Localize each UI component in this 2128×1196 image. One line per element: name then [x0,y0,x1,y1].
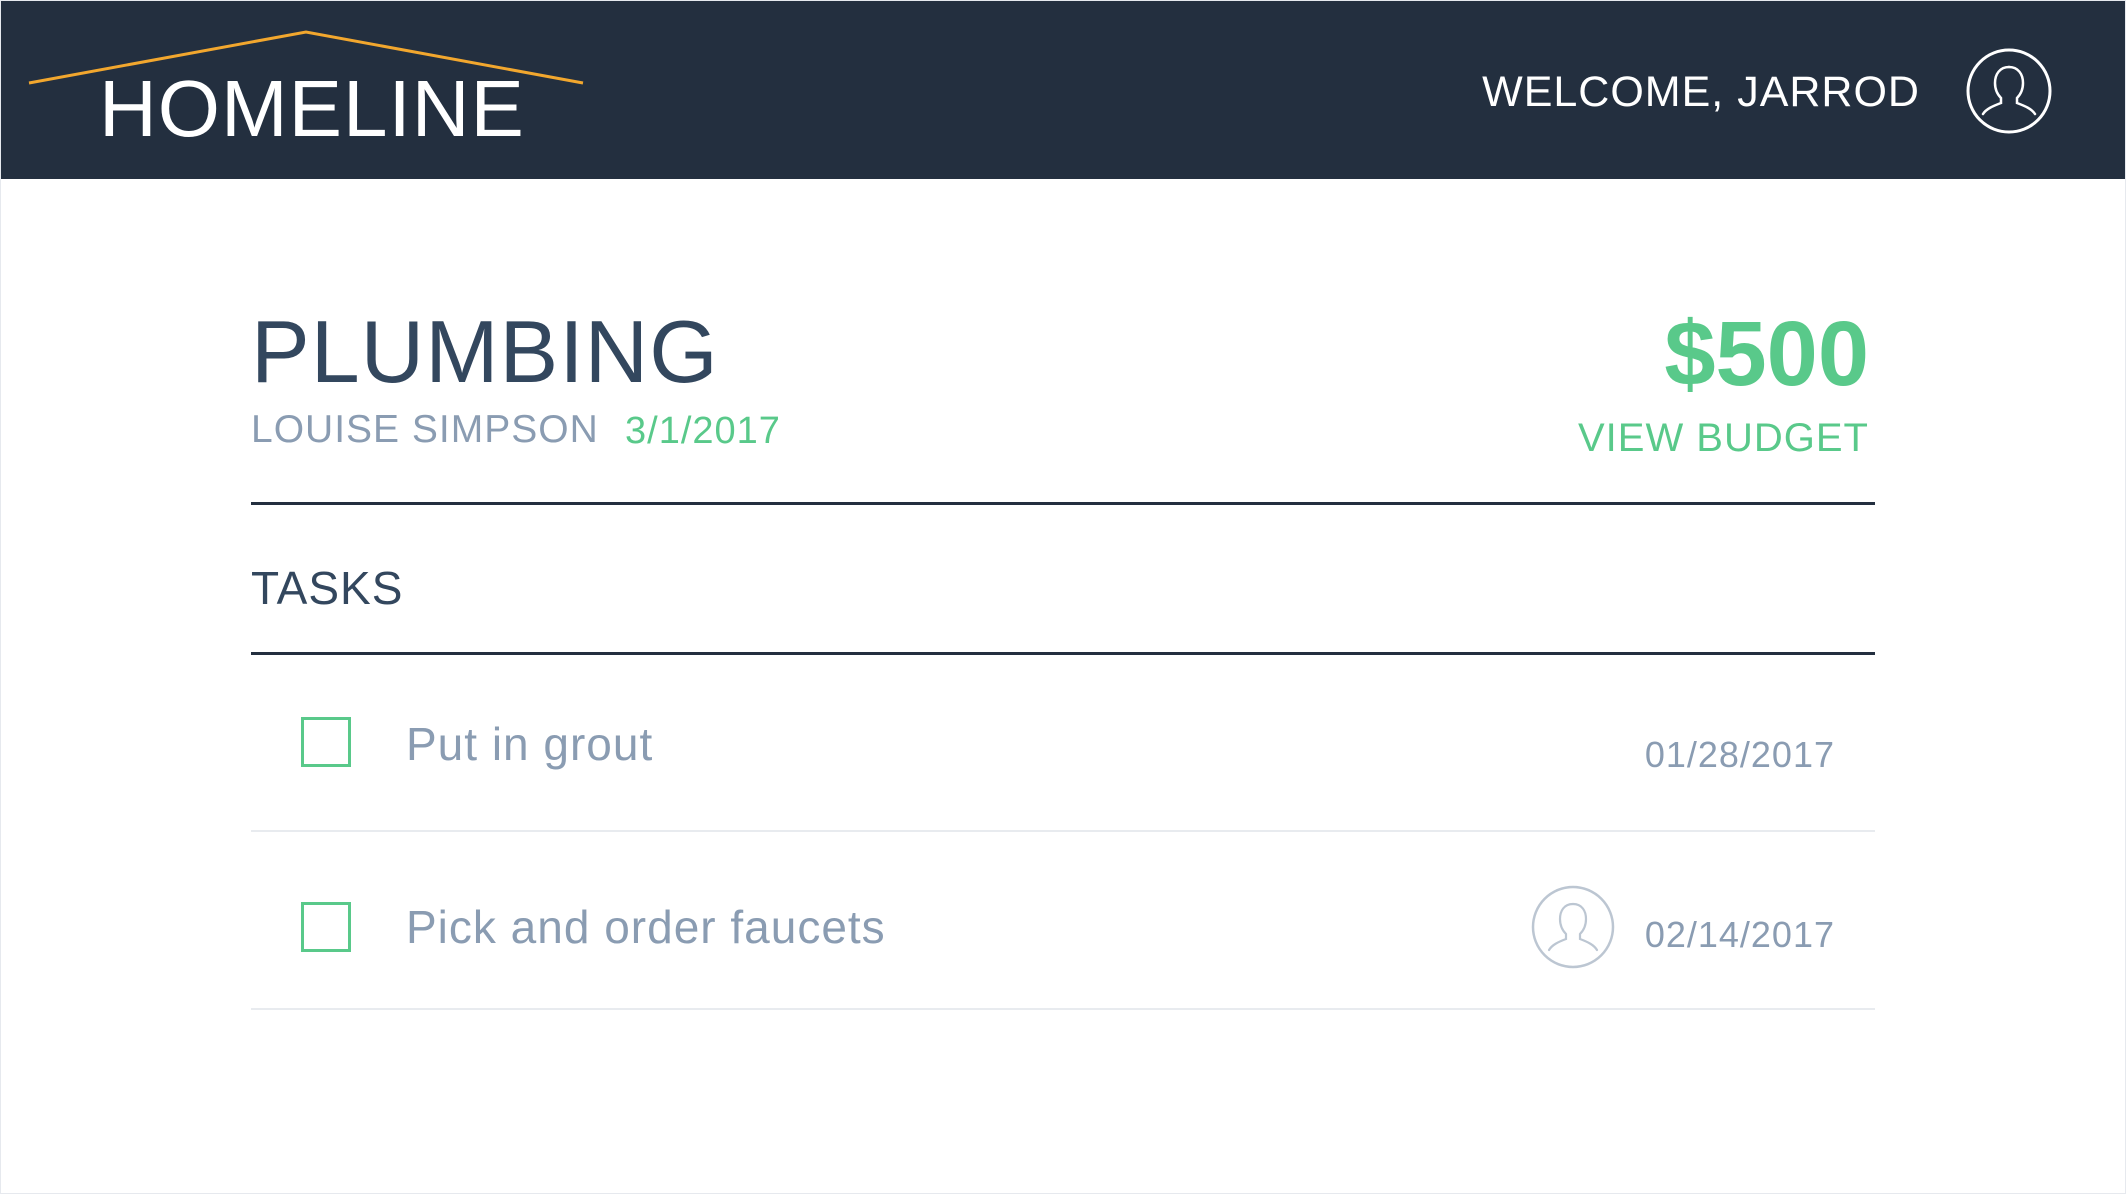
task-checkbox[interactable] [301,902,351,952]
task-row: Put in grout 01/28/2017 [251,655,1875,832]
budget-amount: $500 [1664,303,1869,405]
top-header: HOMELINE WELCOME, JARROD [1,1,2125,179]
task-due-date: 01/28/2017 [1644,734,1835,775]
project-title: PLUMBING [251,302,719,401]
user-avatar-icon[interactable] [1965,47,2053,135]
task-label: Put in grout [406,718,654,770]
homeline-logo[interactable]: HOMELINE [27,29,587,149]
task-checkbox[interactable] [301,717,351,767]
project-date: 3/1/2017 [625,410,781,452]
view-budget-link[interactable]: VIEW BUDGET [1578,418,1869,458]
task-label: Pick and order faucets [406,901,886,953]
task-row: Pick and order faucets 02/14/2017 [251,832,1875,1010]
welcome-text: WELCOME, JARROD [1482,68,1920,116]
task-due-date: 02/14/2017 [1644,914,1835,955]
user-avatar-icon[interactable] [1530,884,1616,970]
project-owner: LOUISE SIMPSON [251,408,599,451]
section-divider [251,502,1875,505]
logo-text: HOMELINE [99,64,525,153]
tasks-heading: TASKS [251,562,404,614]
